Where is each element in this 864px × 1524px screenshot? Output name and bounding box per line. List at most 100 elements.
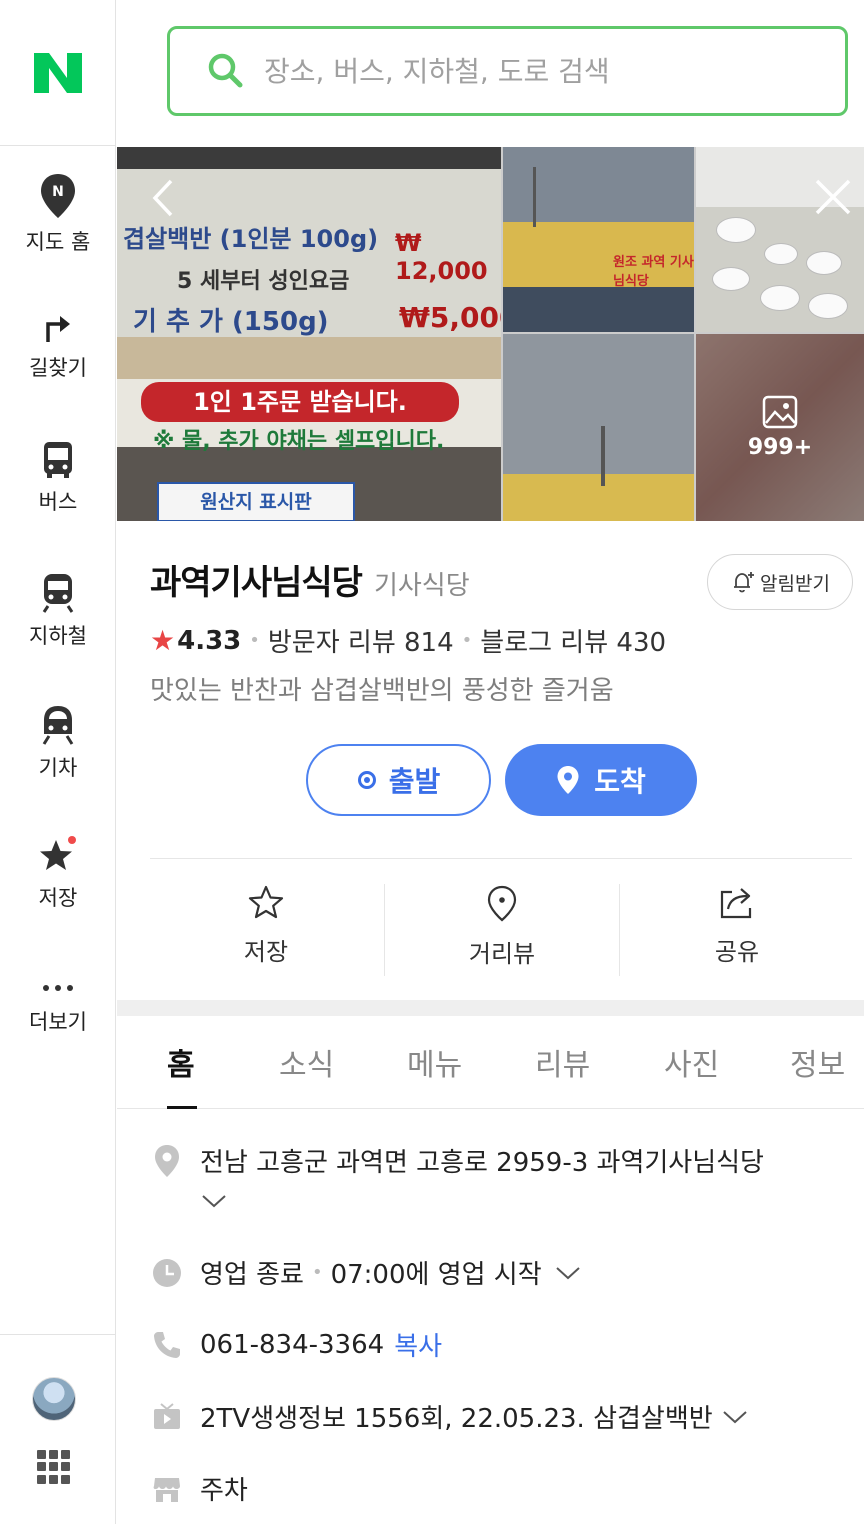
sidebar-item-label: 지도 홈 — [25, 230, 91, 254]
sign-note: ※ 물, 추가 야채는 셀프입니다. — [153, 429, 445, 454]
hours-row[interactable]: 영업 종료 • 07:00에 영업 시작 — [150, 1254, 582, 1291]
sidebar-item-subway[interactable]: 지하철 — [0, 572, 116, 650]
sign-line: 5 세부터 성인요금 — [177, 269, 350, 294]
notification-dot — [68, 836, 76, 844]
sign-pill: 1인 1주문 받습니다. — [141, 382, 459, 422]
tab-news[interactable]: 소식 — [279, 1040, 334, 1084]
sidebar-item-label: 더보기 — [29, 1010, 87, 1034]
rating-value: 4.33 — [177, 625, 242, 656]
sign-price: ₩5,000 — [399, 301, 501, 334]
sidebar: N 지도 홈 길찾기 버스 지하철 기차 저장 더보기 — [0, 0, 116, 1524]
sidebar-item-bus[interactable]: 버스 — [0, 440, 116, 516]
store-icon — [150, 1474, 184, 1504]
destination-pin-icon — [557, 766, 579, 794]
location-pin-outline-icon — [487, 885, 517, 922]
separator-dot: • — [249, 630, 260, 651]
tab-photos[interactable]: 사진 — [664, 1040, 719, 1084]
location-icon — [150, 1143, 184, 1179]
search-icon — [208, 53, 243, 88]
copy-phone-link[interactable]: 복사 — [394, 1326, 442, 1363]
subway-icon — [42, 574, 74, 613]
rating-star-icon: ★ — [150, 624, 176, 657]
directions-icon — [46, 316, 70, 342]
sidebar-item-label: 지하철 — [29, 624, 87, 648]
naver-n-icon — [33, 52, 82, 93]
search-bar[interactable] — [167, 26, 848, 116]
phone-icon — [150, 1330, 184, 1360]
tab-reviews[interactable]: 리뷰 — [535, 1040, 590, 1084]
section-gap — [117, 1000, 864, 1016]
sign-line: 겹살백반 (1인분 100g) — [123, 225, 379, 253]
sign-price: ₩ 12,000 — [395, 229, 488, 285]
sidebar-item-train[interactable]: 기차 — [0, 704, 116, 782]
chevron-left-icon[interactable] — [147, 177, 177, 219]
sign-line: 기 추 가 (150g) — [133, 307, 329, 337]
more-icon — [43, 985, 73, 991]
sidebar-item-label: 저장 — [38, 886, 78, 910]
alarm-label: 알림받기 — [760, 572, 830, 595]
share-label: 공유 — [714, 938, 760, 966]
photo-more[interactable]: 999+ — [696, 334, 864, 521]
chevron-down-icon — [723, 1410, 747, 1423]
bus-icon — [44, 442, 72, 478]
share-icon — [720, 888, 752, 919]
visitor-review-link[interactable]: 방문자 리뷰 814 — [268, 622, 454, 659]
divider — [150, 858, 852, 859]
depart-label: 출발 — [388, 765, 441, 798]
parking-text: 주차 — [200, 1476, 248, 1506]
arrive-button[interactable]: 도착 — [505, 744, 697, 816]
streetview-action[interactable]: 거리뷰 — [385, 884, 619, 976]
alarm-button[interactable]: 알림받기 — [707, 554, 853, 610]
place-name: 과역기사님식당 — [150, 563, 363, 603]
map-pin-n-icon: N — [41, 174, 75, 218]
photo-count: 999+ — [747, 435, 813, 460]
place-meta: ★ 4.33 • 방문자 리뷰 814 • 블로그 리뷰 430 — [150, 622, 666, 659]
save-action[interactable]: 저장 — [149, 884, 383, 976]
tab-bar: 홈 소식 메뉴 리뷰 사진 정보 — [117, 1016, 864, 1109]
tab-home[interactable]: 홈 — [167, 1040, 195, 1084]
place-category: 기사식당 — [373, 571, 470, 601]
tv-row[interactable]: 2TV생생정보 1556회, 22.05.23. 삼겹살백반 — [150, 1398, 749, 1435]
star-icon — [40, 836, 76, 870]
place-description: 맛있는 반찬과 삼겹살백반의 풍성한 즐거움 — [150, 676, 614, 706]
place-title-row: 과역기사님식당 기사식당 — [150, 555, 470, 604]
sidebar-item-label: 버스 — [38, 490, 78, 514]
naver-logo[interactable] — [0, 0, 115, 146]
sidebar-footer — [0, 1334, 116, 1524]
photo-exterior-1[interactable]: 원조 과역 기사님식당 — [503, 147, 694, 332]
close-icon[interactable] — [813, 177, 853, 217]
apps-grid-icon[interactable] — [37, 1450, 71, 1484]
origin-dot-icon — [357, 771, 376, 789]
blog-review-link[interactable]: 블로그 리뷰 430 — [480, 622, 666, 659]
photo-exterior-2[interactable] — [503, 334, 694, 521]
avatar[interactable] — [32, 1377, 76, 1421]
tv-text: 2TV생생정보 1556회, 22.05.23. 삼겹살백반 — [200, 1404, 713, 1434]
photo-side-dishes[interactable] — [696, 147, 864, 332]
separator-dot: • — [311, 1262, 323, 1283]
tab-info[interactable]: 정보 — [790, 1040, 845, 1084]
sign-origin: 원산지 표시판 — [157, 482, 355, 521]
sidebar-item-map-home[interactable]: N 지도 홈 — [0, 172, 116, 256]
clock-icon — [150, 1257, 184, 1289]
train-icon — [42, 706, 74, 745]
parking-row: 주차 — [150, 1470, 248, 1507]
svg-text:N: N — [52, 184, 64, 200]
arrive-label: 도착 — [594, 765, 646, 798]
chevron-down-icon — [555, 1266, 580, 1279]
share-action[interactable]: 공유 — [620, 884, 854, 976]
star-outline-icon — [248, 885, 284, 919]
sidebar-item-directions[interactable]: 길찾기 — [0, 310, 116, 382]
tab-menu[interactable]: 메뉴 — [407, 1040, 462, 1084]
active-tab-indicator — [167, 1106, 197, 1109]
image-icon — [762, 395, 798, 429]
address-row: 전남 고흥군 과역면 고흥로 2959-3 과역기사님식당 — [150, 1142, 764, 1179]
sidebar-item-saved[interactable]: 저장 — [0, 836, 116, 912]
bell-plus-icon — [734, 572, 755, 593]
streetview-label: 거리뷰 — [468, 940, 536, 968]
phone-row: 061-834-3364 복사 — [150, 1326, 442, 1363]
tv-icon — [150, 1402, 184, 1432]
sidebar-item-more[interactable]: 더보기 — [0, 972, 116, 1036]
chevron-down-icon[interactable] — [200, 1192, 228, 1210]
depart-button[interactable]: 출발 — [306, 744, 491, 816]
search-input[interactable] — [264, 54, 824, 88]
